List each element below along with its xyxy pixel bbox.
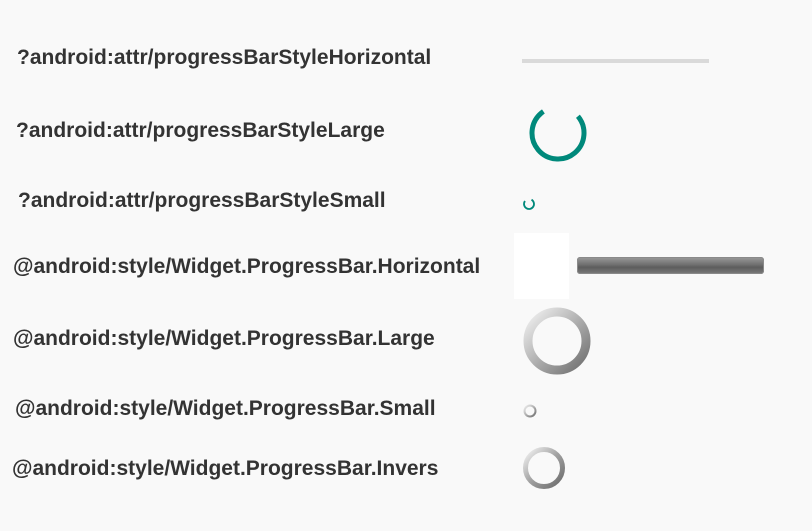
legacy-small-spinner xyxy=(523,404,537,418)
legacy-horizontal-progressbar xyxy=(577,257,764,274)
legacy-large-spinner xyxy=(523,307,591,375)
label-widget-progressbar-large: @android:style/Widget.ProgressBar.Large xyxy=(13,327,435,350)
label-widget-progressbar-inverse: @android:style/Widget.ProgressBar.Invers xyxy=(12,457,439,480)
label-progressbar-style-small: ?android:attr/progressBarStyleSmall xyxy=(18,189,386,212)
widget-background-patch xyxy=(514,233,569,299)
label-widget-progressbar-horizontal: @android:style/Widget.ProgressBar.Horizo… xyxy=(13,255,481,278)
label-widget-progressbar-small: @android:style/Widget.ProgressBar.Small xyxy=(15,397,436,420)
material-small-spinner xyxy=(523,198,535,210)
label-progressbar-style-large: ?android:attr/progressBarStyleLarge xyxy=(16,119,385,142)
material-horizontal-progressbar xyxy=(522,59,709,63)
legacy-inverse-spinner xyxy=(523,447,565,489)
material-large-spinner xyxy=(529,104,587,162)
label-progressbar-style-horizontal: ?android:attr/progressBarStyleHorizontal xyxy=(17,46,432,69)
progressbar-demo-screen: ?android:attr/progressBarStyleHorizontal… xyxy=(0,0,812,531)
